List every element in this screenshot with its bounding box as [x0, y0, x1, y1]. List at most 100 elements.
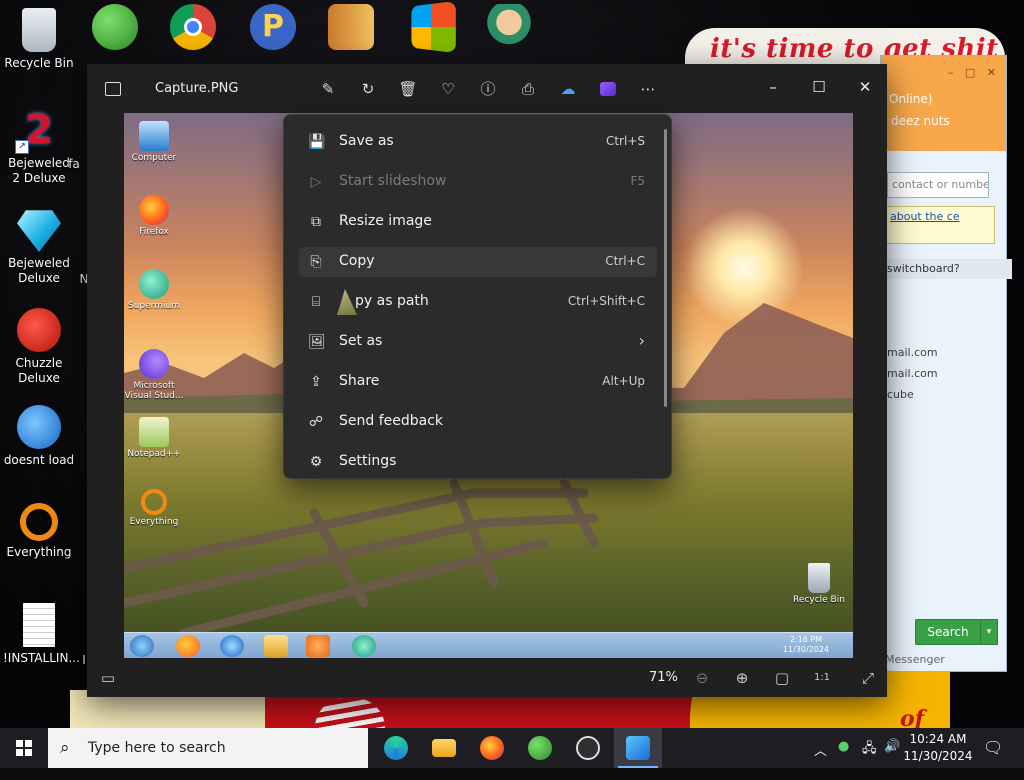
menu-item-share[interactable]: ⇪ Share Alt+Up — [299, 367, 657, 397]
inner-supermium-icon — [352, 635, 376, 657]
menu-item-copy-as-path[interactable]: ⌸ py as path Ctrl+Shift+C — [299, 287, 657, 317]
desktop-icon-windows[interactable] — [396, 0, 466, 54]
info-icon[interactable]: ⓘ — [477, 78, 499, 100]
menu-item-start-slideshow[interactable]: ▷ Start slideshow F5 — [299, 167, 657, 197]
taskbar-search-input[interactable]: ⌕ Type here to search — [48, 728, 368, 768]
desktop-icon-puzzle[interactable]: P — [238, 4, 308, 50]
desktop-icon-thunderbird[interactable]: doesnt load — [3, 405, 75, 468]
inner-clock: 2:16 PM 11/30/2024 — [782, 635, 829, 654]
messenger-window-controls[interactable]: – □ ✕ — [948, 66, 1000, 79]
menu-item-send-feedback[interactable]: ☍ Send feedback — [299, 407, 657, 437]
desktop-icon-everything[interactable]: Everything — [3, 503, 75, 560]
inner-icon-firefox: Firefox — [124, 195, 184, 237]
close-button[interactable]: ✕ — [843, 72, 887, 102]
resize-icon: ⧉ — [311, 214, 321, 230]
inner-icon-notepadpp: Notepad++ — [124, 417, 184, 459]
messenger-username[interactable]: deez nuts — [891, 114, 950, 128]
list-item[interactable]: cube — [887, 388, 997, 409]
photos-titlebar: Capture.PNG ✎ ↻ 🗑 ♡ ⓘ ⎙ ☁ ⋯ – ☐ ✕ — [87, 64, 887, 112]
desktop-icon-recycle-bin[interactable]: Recycle Bin — [3, 8, 75, 71]
actual-size-icon[interactable]: 1:1 — [811, 667, 833, 689]
fullscreen-icon[interactable]: ⤢ — [857, 667, 879, 689]
more-options-icon[interactable]: ⋯ — [637, 78, 659, 100]
text-file-icon — [23, 603, 55, 647]
taskbar-clock[interactable]: 10:24 AM 11/30/2024 — [903, 731, 973, 765]
clipchamp-icon[interactable] — [597, 78, 619, 100]
photos-icon — [626, 736, 650, 760]
chuzzle-icon — [17, 308, 61, 352]
rotate-icon[interactable]: ↻ — [357, 78, 379, 100]
favorite-heart-icon[interactable]: ♡ — [437, 78, 459, 100]
list-item[interactable]: mail.com — [887, 346, 997, 367]
zoom-in-icon[interactable]: ⊕ — [731, 667, 753, 689]
taskbar-edge[interactable] — [372, 728, 420, 768]
desktop-icon-bejeweled-2[interactable]: 2 ↗ Bejeweled 2 Deluxe — [3, 108, 75, 186]
messenger-search-input[interactable]: contact or number — [887, 172, 989, 198]
volume-icon[interactable]: 🔊 — [884, 739, 900, 779]
minimize-button[interactable]: – — [751, 72, 795, 102]
cursor-overlay-icon — [337, 289, 357, 315]
desktop-icon-book[interactable] — [316, 4, 386, 50]
menu-scrollbar[interactable] — [664, 129, 667, 407]
messenger-header: – □ ✕ Online) deez nuts — [881, 56, 1006, 151]
desktop-icon-installing[interactable]: !INSTALLIN... — [3, 603, 80, 666]
show-hidden-icons[interactable]: ︿ — [814, 740, 827, 780]
filmstrip-icon[interactable]: ▭ — [97, 667, 119, 689]
image-icon[interactable] — [105, 82, 121, 96]
list-item[interactable]: mail.com — [887, 367, 997, 388]
network-icon[interactable]: 🖧 — [862, 739, 877, 779]
shortcut-arrow-icon: ↗ — [15, 140, 29, 154]
desktop-icon-game[interactable] — [474, 4, 544, 50]
bejeweled2-icon: 2 ↗ — [15, 108, 61, 154]
desktop-icon-chuzzle[interactable]: Chuzzle Deluxe — [3, 308, 75, 386]
windows-logo-icon — [16, 740, 32, 756]
taskbar-messenger[interactable] — [516, 728, 564, 768]
taskbar-firefox[interactable] — [468, 728, 516, 768]
tray-messenger-icon[interactable]: ● — [838, 739, 849, 779]
onedrive-icon[interactable]: ☁ — [557, 78, 579, 100]
menu-item-settings[interactable]: ⚙ Settings — [299, 447, 657, 477]
messenger-status[interactable]: Online) — [889, 92, 932, 106]
taskbar-obs[interactable] — [564, 728, 612, 768]
menu-item-save-as[interactable]: 💾 Save as Ctrl+S — [299, 127, 657, 157]
print-icon[interactable]: ⎙ — [517, 78, 539, 100]
messenger-search-button[interactable]: Search — [915, 619, 981, 645]
notifications-icon[interactable]: 🗨 — [983, 738, 1003, 778]
window-title: Capture.PNG — [155, 81, 239, 96]
menu-item-resize-image[interactable]: ⧉ Resize image — [299, 207, 657, 237]
inner-firefox-icon — [176, 635, 200, 657]
messenger-question: switchboard? — [881, 259, 1012, 279]
maximize-button[interactable]: ☐ — [797, 72, 841, 102]
taskbar-file-explorer[interactable] — [420, 728, 468, 768]
save-icon: 💾 — [308, 134, 326, 150]
supermium-icon — [139, 269, 169, 299]
messenger-search-dropdown[interactable]: ▾ — [980, 619, 998, 645]
everything-icon — [20, 503, 58, 541]
thunderbird-icon — [17, 405, 61, 449]
photos-bottombar: ▭ 71% ⊖ ⊕ ▢ 1:1 ⤢ — [87, 658, 887, 697]
fit-window-icon[interactable]: ▢ — [771, 667, 793, 689]
desktop-icon-chrome[interactable] — [158, 4, 228, 50]
start-button[interactable] — [0, 728, 48, 768]
taskbar-photos[interactable] — [614, 728, 662, 768]
messenger-window[interactable]: – □ ✕ Online) deez nuts contact or numbe… — [880, 55, 1012, 672]
desktop-icon-evil-green[interactable] — [80, 4, 150, 50]
edit-image-icon[interactable]: ✎ — [317, 78, 339, 100]
delete-icon[interactable]: 🗑 — [397, 78, 419, 100]
visual-studio-icon — [139, 349, 169, 379]
desktop-icon-bejeweled[interactable]: Bejeweled Deluxe — [3, 208, 75, 286]
firefox-icon — [480, 736, 504, 760]
inner-icon-visual-studio: Microsoft Visual Stud... — [124, 349, 184, 401]
menu-item-copy[interactable]: ⎘ Copy Ctrl+C — [299, 247, 657, 277]
edge-icon — [384, 736, 408, 760]
game-icon — [486, 4, 532, 50]
menu-item-set-as[interactable]: 🖼 Set as › — [299, 327, 657, 357]
messenger-footer: Messenger — [885, 653, 945, 666]
wallpaper-text-2: of — [900, 706, 925, 728]
zoom-out-icon[interactable]: ⊖ — [691, 667, 713, 689]
copy-icon: ⎘ — [310, 254, 322, 270]
messenger-link[interactable]: about the ce — [885, 206, 995, 244]
puzzle-icon: P — [250, 4, 296, 50]
inner-start-orb-icon — [130, 635, 154, 657]
inner-icon-computer: Computer — [124, 121, 184, 163]
